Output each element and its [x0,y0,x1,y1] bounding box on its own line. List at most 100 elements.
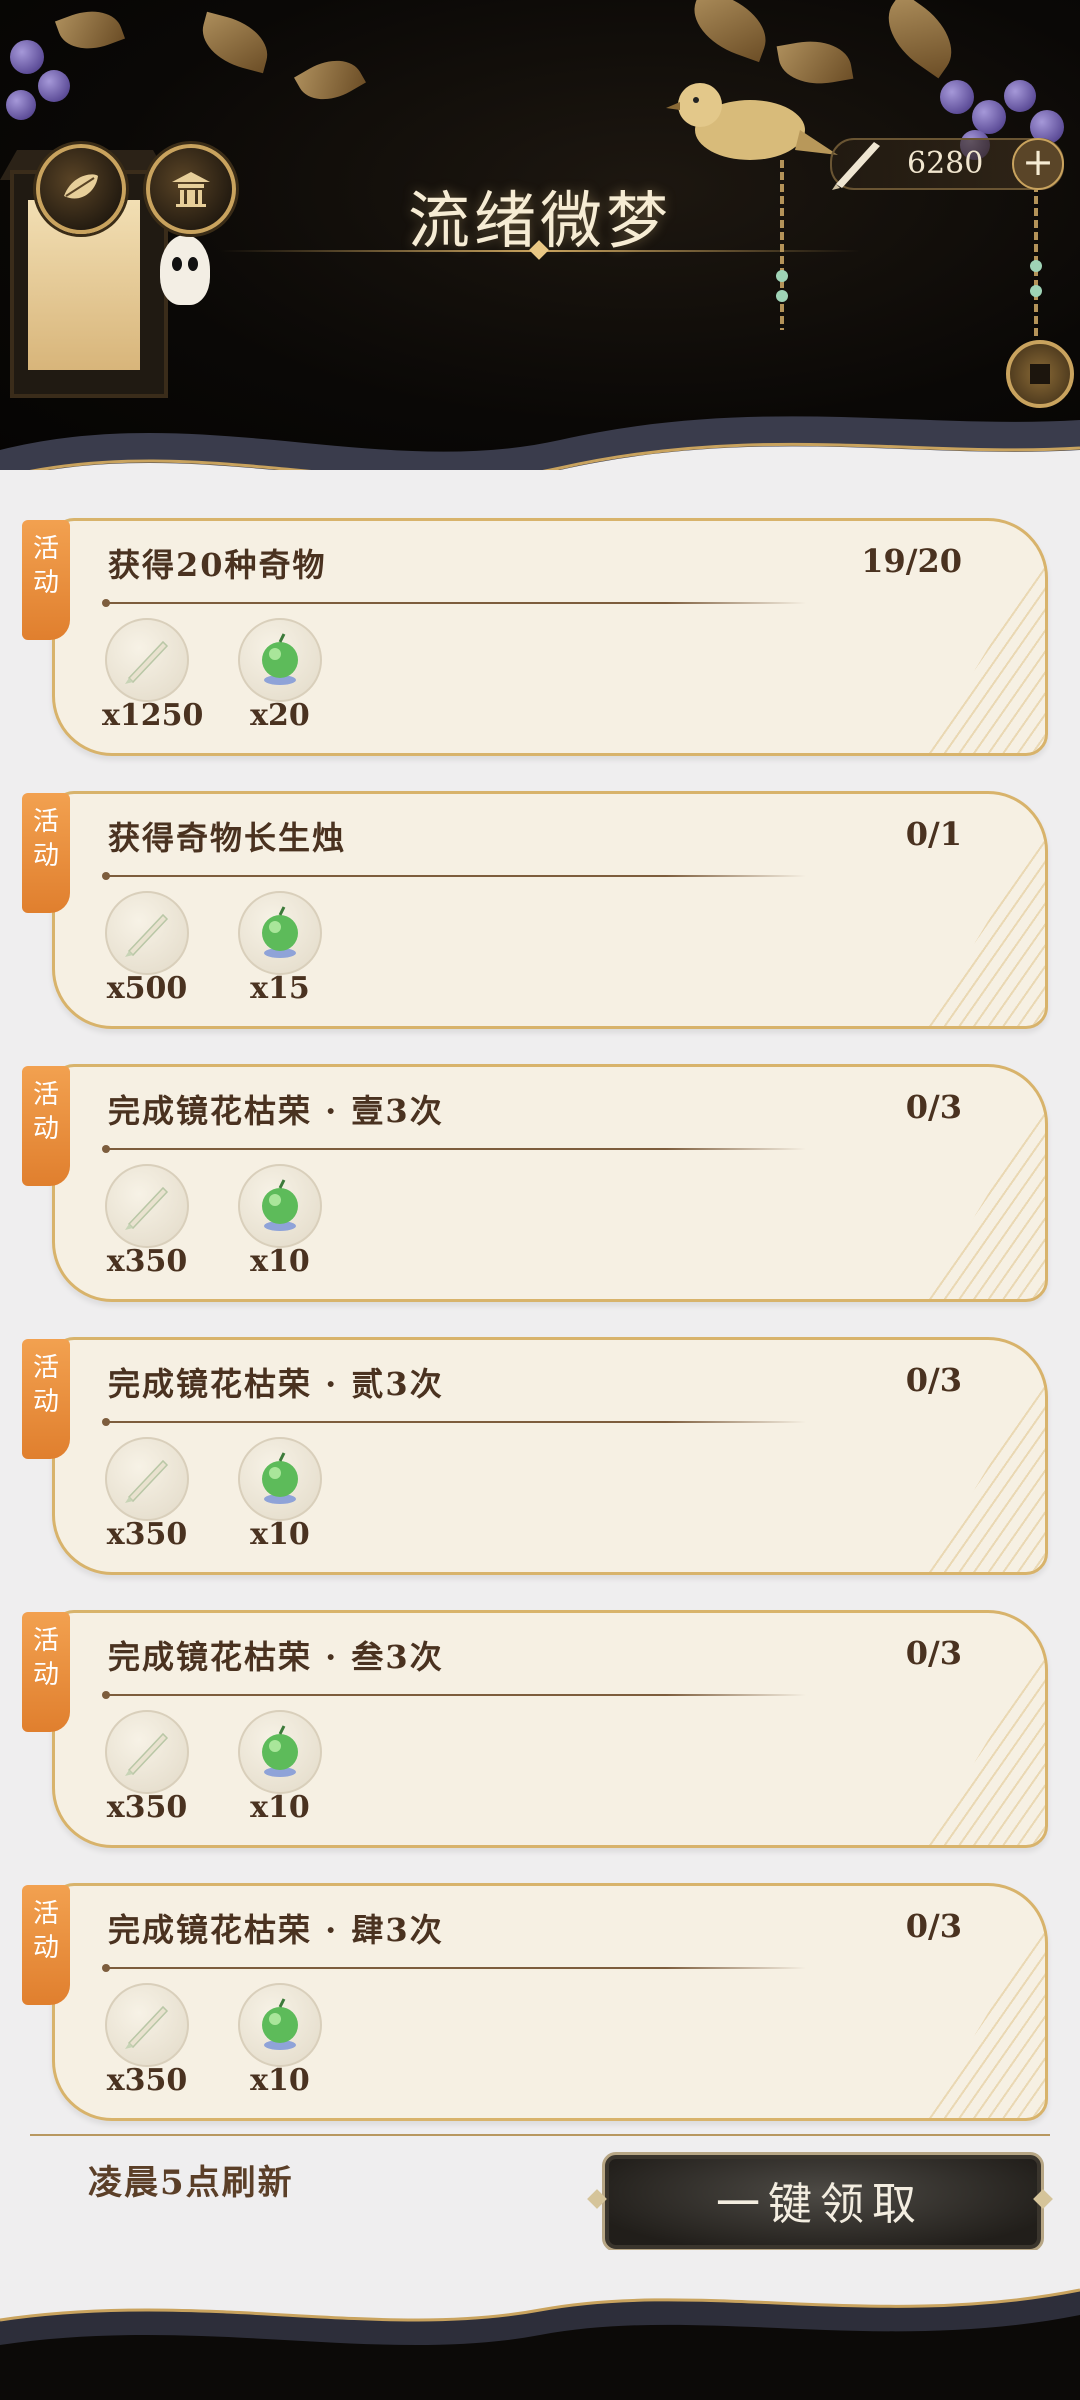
brush-icon [105,618,189,702]
leaf-decoration [683,0,777,63]
currency-value: 6280 [907,146,984,181]
currency-display: 6280 + [830,138,1064,190]
leaf-decoration [294,47,366,113]
badge-char: 动 [32,841,59,871]
task-divider [102,872,806,880]
reward-quantity: x500 [106,971,188,1006]
jade-orb-icon [238,1437,322,1521]
bead-decoration [776,290,788,302]
task-divider [102,599,806,607]
task-card: 活动完成镜花枯荣 · 壹3次 0/3 x350 x10 [22,1064,1048,1304]
reward-item[interactable]: x350 [102,1983,192,2098]
reward-item[interactable]: x10 [235,1164,325,1279]
badge-char: 活 [32,807,59,837]
task-card: 活动获得奇物长生烛 0/1 x500 x15 [22,791,1048,1031]
grape-decoration [940,80,974,114]
task-divider [102,1691,806,1699]
task-divider [102,1145,806,1153]
jade-orb-icon [238,1710,322,1794]
brush-icon [105,1983,189,2067]
reward-item[interactable]: x15 [235,891,325,1006]
task-divider [102,1418,806,1426]
activity-badge: 活动 [22,1885,70,2005]
badge-char: 动 [32,1387,59,1417]
brush-icon [105,891,189,975]
reward-item[interactable]: x350 [102,1710,192,1825]
claim-all-label: 一键领取 [716,2179,924,2230]
task-name: 完成镜花枯荣 · 叁3次 [108,1638,444,1676]
task-name: 完成镜花枯荣 · 壹3次 [108,1092,444,1130]
chain-decoration [780,160,784,330]
badge-char: 动 [32,1933,59,1963]
task-card: 活动完成镜花枯荣 · 贰3次 0/3 x350 x10 [22,1337,1048,1577]
reward-quantity: x15 [250,971,310,1006]
reward-quantity: x10 [250,1244,310,1279]
badge-char: 活 [32,1080,59,1110]
brush-icon [832,142,880,190]
header-wave-divider [0,416,1080,470]
bead-decoration [776,270,788,282]
add-currency-button[interactable]: + [1012,138,1064,190]
brush-icon [105,1437,189,1521]
activity-badge: 活动 [22,1612,70,1732]
jade-orb-icon [238,618,322,702]
task-divider [102,1964,806,1972]
task-progress: 0/3 [905,1634,962,1672]
reward-quantity: x10 [250,1790,310,1825]
grape-decoration [6,90,36,120]
bird-decoration [666,83,838,160]
reward-item[interactable]: x350 [102,1164,192,1279]
footer-wave-decoration [0,2250,1080,2400]
task-card: 活动获得20种奇物 19/20 x1250 x20 [22,518,1048,758]
badge-char: 动 [32,568,59,598]
task-name: 获得奇物长生烛 [108,819,347,857]
bead-decoration [1030,285,1042,297]
task-card: 活动完成镜花枯荣 · 叁3次 0/3 x350 x10 [22,1610,1048,1850]
grape-decoration [1004,80,1036,112]
activity-badge: 活动 [22,1066,70,1186]
reward-quantity: x350 [106,1244,188,1279]
leaf-decoration [195,11,275,74]
reward-quantity: x1250 [102,698,204,733]
badge-char: 活 [32,534,59,564]
reward-item[interactable]: x20 [235,618,325,733]
reward-quantity: x350 [106,1790,188,1825]
leaf-decoration [872,0,968,79]
reward-item[interactable]: x1250 [102,618,204,733]
task-progress: 0/3 [905,1088,962,1126]
reward-quantity: x350 [106,2063,188,2098]
grape-decoration [10,40,44,74]
task-progress: 19/20 [861,542,962,580]
activity-badge: 活动 [22,1339,70,1459]
reward-quantity: x350 [106,1517,188,1552]
reward-quantity: x10 [250,2063,310,2098]
badge-char: 活 [32,1353,59,1383]
task-progress: 0/1 [905,815,962,853]
jade-orb-icon [238,891,322,975]
reward-quantity: x10 [250,1517,310,1552]
activity-badge: 活动 [22,520,70,640]
badge-char: 动 [32,1114,59,1144]
claim-all-button[interactable]: 一键领取 [587,2152,1053,2252]
jade-orb-icon [238,1164,322,1248]
activity-badge: 活动 [22,793,70,913]
brush-icon [105,1710,189,1794]
reward-item[interactable]: x500 [102,891,192,1006]
reward-item[interactable]: x10 [235,1710,325,1825]
badge-char: 活 [32,1626,59,1656]
reward-quantity: x20 [250,698,310,733]
grape-decoration [38,70,70,102]
task-name: 完成镜花枯荣 · 肆3次 [108,1911,444,1949]
badge-char: 动 [32,1660,59,1690]
task-name: 获得20种奇物 [108,546,327,584]
footer-divider [30,2134,1050,2136]
reward-item[interactable]: x10 [235,1437,325,1552]
badge-char: 活 [32,1899,59,1929]
task-name: 完成镜花枯荣 · 贰3次 [108,1365,444,1403]
task-progress: 0/3 [905,1361,962,1399]
reward-item[interactable]: x10 [235,1983,325,2098]
refresh-note: 凌晨5点刷新 [88,2163,294,2203]
bead-decoration [1030,260,1042,272]
header-banner: 流绪微梦 6280 + [0,0,1080,470]
reward-item[interactable]: x350 [102,1437,192,1552]
